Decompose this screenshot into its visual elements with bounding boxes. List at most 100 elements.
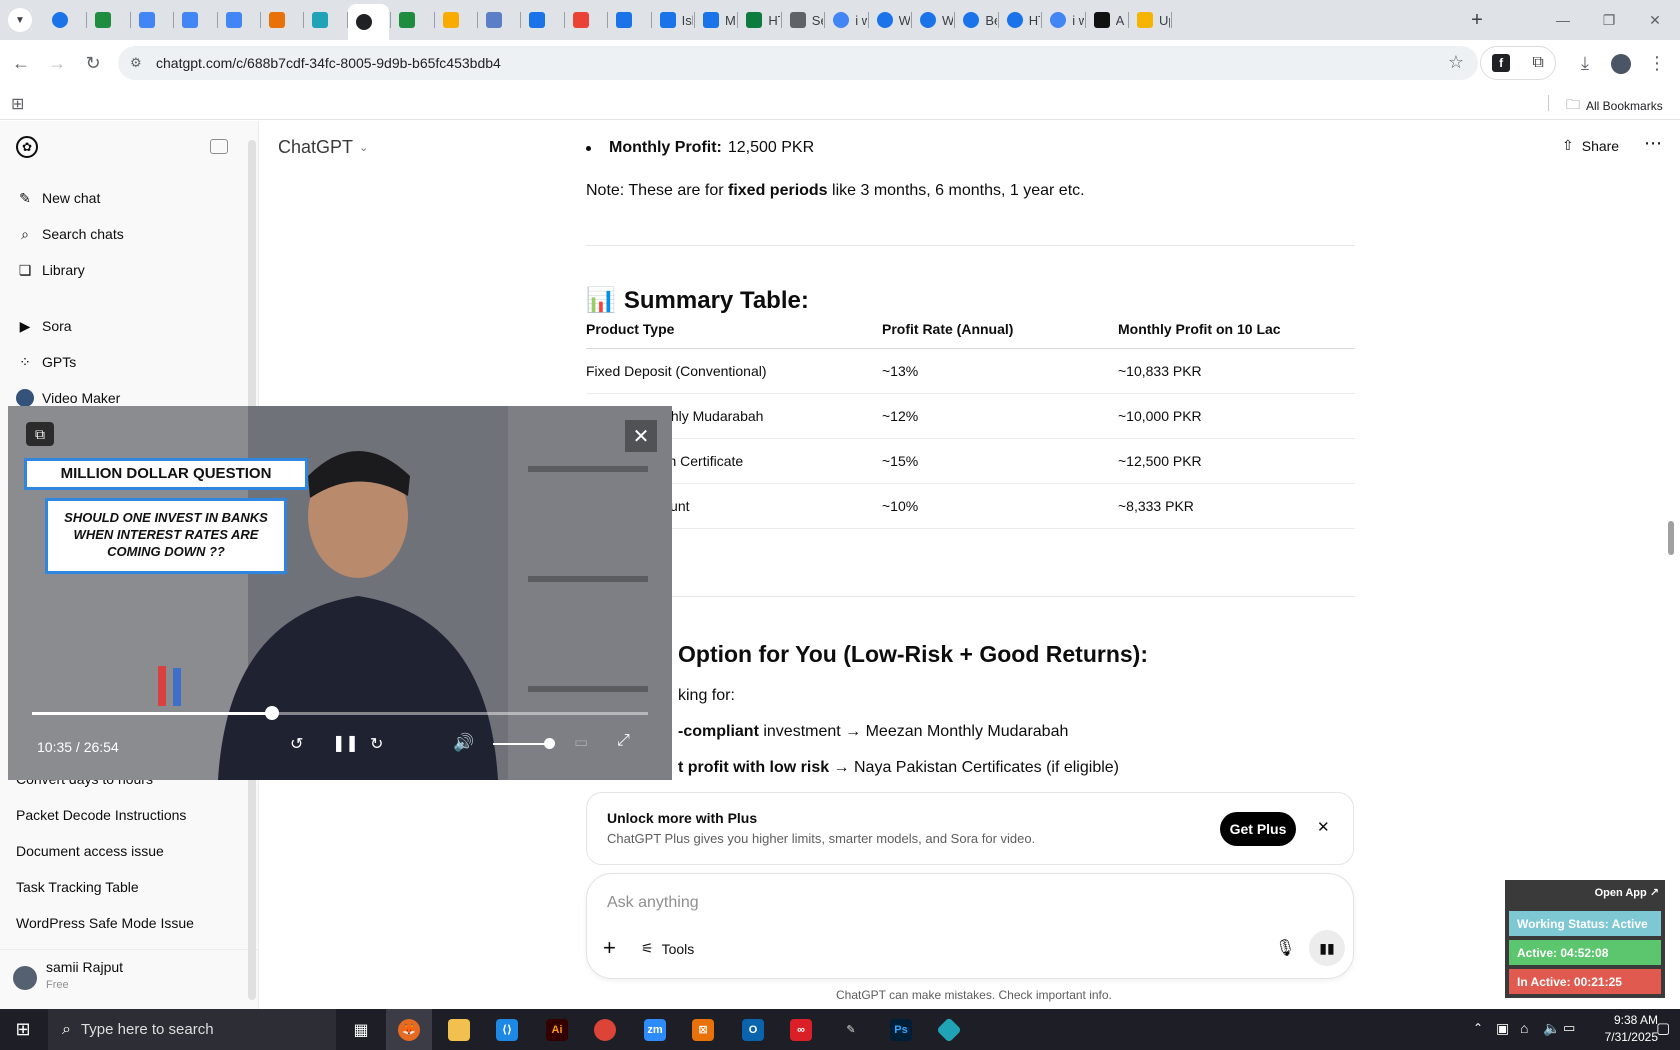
notifications-icon[interactable]: ▢	[1656, 1019, 1670, 1037]
tab-search-button[interactable]: ▼	[8, 8, 32, 32]
browser-tab[interactable]	[478, 6, 519, 34]
browser-tab[interactable]: HTI	[999, 6, 1040, 34]
clock[interactable]: 9:38 AM 7/31/2025	[1568, 1012, 1658, 1046]
taskbar-file-explorer[interactable]	[436, 1009, 482, 1050]
volume-icon[interactable]: 🔊	[453, 733, 474, 753]
taskbar-creative-cloud[interactable]: ∞	[778, 1009, 824, 1050]
browser-tab[interactable]: Mu	[695, 6, 736, 34]
chat-history-item[interactable]: Document access issue	[16, 843, 164, 859]
user-menu[interactable]: samii Rajput Free	[0, 949, 259, 1007]
puzzle-extension-icon[interactable]: ⧉	[1532, 54, 1543, 72]
volume-slider[interactable]	[493, 738, 555, 749]
rewind-10-icon[interactable]: ↺	[290, 734, 303, 754]
add-attachment-icon[interactable]: +	[603, 935, 616, 961]
sidebar-item-sora[interactable]: ▶ Sora	[16, 317, 72, 335]
back-button[interactable]: ←	[6, 48, 36, 78]
browser-tab[interactable]	[391, 6, 432, 34]
microphone-icon[interactable]: 🎙	[1275, 938, 1295, 958]
browser-tab[interactable]: We	[869, 6, 910, 34]
task-view-icon[interactable]: ▦	[338, 1009, 384, 1050]
taskbar-vscode[interactable]: ⟨⟩	[484, 1009, 530, 1050]
chat-history-item[interactable]: Task Tracking Table	[16, 879, 139, 895]
apps-grid-icon[interactable]: ⊞	[11, 94, 24, 114]
taskbar-photoshop[interactable]: Ps	[878, 1009, 924, 1050]
browser-tab[interactable]: i wa	[825, 6, 867, 34]
tray-volume-icon[interactable]: 🔈	[1543, 1020, 1560, 1037]
restore-button[interactable]: ❐	[1586, 0, 1632, 40]
site-info-icon[interactable]: ⚙	[130, 55, 142, 71]
captions-icon[interactable]: ▭	[574, 733, 588, 751]
browser-tab[interactable]: Bes	[955, 6, 997, 34]
model-selector[interactable]: ChatGPT ⌄	[278, 137, 368, 158]
browser-tab[interactable]	[87, 6, 128, 34]
taskbar-illustrator[interactable]: Ai	[534, 1009, 580, 1050]
browser-tab[interactable]	[435, 6, 476, 34]
browser-tab[interactable]: Set	[782, 6, 823, 34]
sidebar-item-search-chats[interactable]: ⌕ Search chats	[16, 225, 124, 243]
taskbar-app[interactable]: ⊠	[680, 1009, 726, 1050]
video-progress-track[interactable]	[32, 706, 648, 720]
open-app-button[interactable]: Open App ↗	[1595, 886, 1659, 899]
browser-tab[interactable]	[304, 6, 345, 34]
forward-10-icon[interactable]: ↻	[370, 734, 383, 754]
tools-button[interactable]: ⚟ Tools	[641, 940, 694, 957]
taskbar-app-diamond[interactable]	[926, 1009, 972, 1050]
picture-in-picture-video[interactable]: ⧉ ✕ MILLION DOLLAR QUESTION SHOULD ONE I…	[8, 406, 672, 780]
browser-tab[interactable]	[261, 6, 302, 34]
tray-network-icon[interactable]: ▣	[1496, 1020, 1509, 1037]
browser-tab[interactable]	[44, 6, 85, 34]
share-button[interactable]: ⇧ Share	[1562, 137, 1619, 154]
minimize-button[interactable]: —	[1540, 0, 1586, 40]
fullscreen-icon[interactable]: ⤢	[617, 732, 630, 750]
get-plus-button[interactable]: Get Plus	[1220, 812, 1296, 846]
sidebar-item-new-chat[interactable]: ✎ New chat	[16, 189, 100, 207]
tray-wifi-icon[interactable]: ⌂	[1520, 1020, 1528, 1036]
browser-tab[interactable]	[174, 6, 215, 34]
browser-tab[interactable]	[565, 6, 606, 34]
browser-tab[interactable]	[131, 6, 172, 34]
taskbar-zoom[interactable]: zm	[632, 1009, 678, 1050]
back-to-tab-icon[interactable]: ⧉	[26, 422, 54, 446]
close-sidebar-icon[interactable]	[210, 139, 228, 154]
bookmark-star-icon[interactable]: ☆	[1448, 52, 1464, 73]
address-bar[interactable]: ⚙ chatgpt.com/c/688b7cdf-34fc-8005-9d9b-…	[118, 46, 1478, 80]
taskbar-outlook[interactable]: O	[730, 1009, 776, 1050]
browser-tab[interactable]: Isla	[652, 6, 693, 34]
main-scrollbar-thumb[interactable]	[1668, 521, 1674, 555]
browser-tab[interactable]: HTI	[738, 6, 780, 34]
browser-menu-icon[interactable]: ⋮	[1642, 48, 1672, 78]
start-button[interactable]: ⊞	[0, 1009, 46, 1050]
browser-tab[interactable]: A n	[1086, 6, 1127, 34]
new-tab-button[interactable]: +	[1463, 6, 1491, 34]
taskbar-search[interactable]: ⌕ Type here to search	[48, 1009, 336, 1050]
sidebar-item-library[interactable]: ❏ Library	[16, 261, 85, 279]
browser-tab[interactable]	[608, 6, 649, 34]
font-extension-icon[interactable]: f	[1492, 54, 1511, 72]
chat-history-item[interactable]: WordPress Safe Mode Issue	[16, 915, 194, 931]
browser-tab[interactable]: i wa	[1042, 6, 1084, 34]
sidebar-item-gpts[interactable]: ⁘ GPTs	[16, 353, 76, 371]
more-options-icon[interactable]: ⋯	[1644, 133, 1662, 154]
download-icon[interactable]: ⤓	[1570, 48, 1600, 78]
sidebar-item-video-maker[interactable]: Video Maker	[16, 389, 120, 407]
chat-history-item[interactable]: Packet Decode Instructions	[16, 807, 186, 823]
taskbar-firefox[interactable]: 🦊	[386, 1009, 432, 1050]
close-window-button[interactable]: ✕	[1632, 0, 1678, 40]
browser-tab[interactable]	[521, 6, 562, 34]
reload-button[interactable]: ↻	[78, 48, 108, 78]
voice-mode-button[interactable]: ▮▮	[1309, 930, 1345, 966]
profile-avatar[interactable]	[1611, 54, 1631, 74]
browser-tab[interactable]	[218, 6, 259, 34]
browser-tab[interactable]: Upl	[1129, 6, 1170, 34]
browser-tab[interactable]	[347, 4, 390, 40]
all-bookmarks-button[interactable]: 🗀 All Bookmarks	[1566, 94, 1663, 118]
forward-button[interactable]: →	[42, 48, 72, 78]
volume-handle[interactable]	[543, 738, 555, 749]
openai-logo-icon[interactable]: ✿	[16, 136, 38, 158]
browser-tab[interactable]: Wh	[912, 6, 953, 34]
taskbar-pen-tool[interactable]: ✎	[828, 1009, 874, 1050]
prompt-input[interactable]: Ask anything	[607, 894, 699, 912]
taskbar-chrome[interactable]	[582, 1009, 628, 1050]
pause-icon[interactable]: ❚❚	[332, 733, 359, 753]
tray-chevron-icon[interactable]: ⌃	[1473, 1021, 1483, 1035]
